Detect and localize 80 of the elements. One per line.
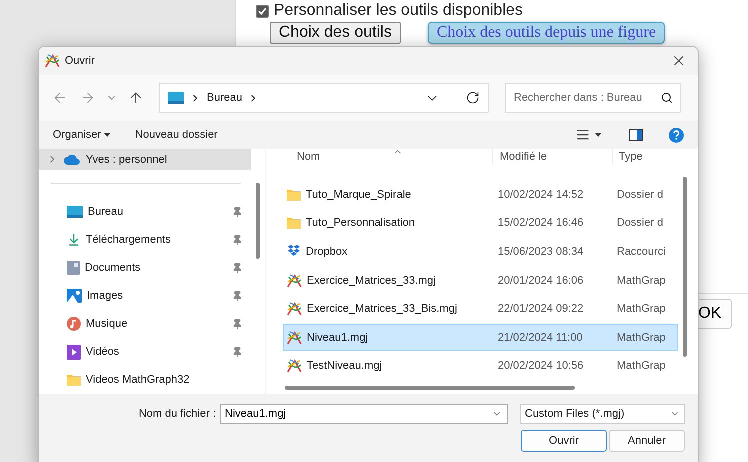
open-button[interactable]: Ouvrir	[521, 430, 607, 452]
option-label: Personnaliser les outils disponibles	[274, 2, 524, 20]
file-name: Exercice_Matrices_33.mgj	[307, 274, 436, 287]
mathgraph-icon	[287, 302, 302, 316]
search-icon	[661, 92, 673, 104]
file-type: MathGrap	[617, 332, 666, 344]
file-name: Dropbox	[306, 246, 348, 258]
caret-icon	[104, 133, 112, 137]
refresh-icon[interactable]	[466, 91, 480, 105]
file-type: Raccourci	[617, 246, 666, 258]
file-name: Tuto_Personnalisation	[306, 217, 416, 230]
mathgraph-icon	[287, 274, 302, 288]
file-row[interactable]: Tuto_Marque_Spirale 10/02/2024 14:52 Dossier d	[283, 181, 678, 208]
location-icon	[168, 92, 184, 104]
arrow-up-icon	[128, 90, 144, 106]
new-folder-button[interactable]: Nouveau dossier	[135, 129, 218, 141]
file-row[interactable]: Dropbox 15/06/2023 08:34 Raccourci	[283, 238, 678, 266]
checkbox[interactable]	[256, 4, 269, 18]
file-type: MathGrap	[617, 274, 666, 287]
search-field[interactable]: Rechercher dans : Bureau	[505, 83, 681, 113]
dropbox-icon	[287, 245, 301, 258]
folder-icon	[67, 374, 81, 386]
pane-icon	[629, 129, 643, 141]
file-type-select[interactable]: Custom Files (*.mgj)	[520, 404, 685, 424]
download-icon	[67, 233, 81, 247]
modified-date: 10/02/2024 14:52	[498, 188, 584, 201]
caret-icon	[595, 133, 602, 137]
modified-date: 21/02/2024 11:00	[498, 332, 583, 344]
mathgraph-icon	[287, 359, 302, 374]
sidebar-item[interactable]: Bureau	[39, 198, 251, 226]
column-header[interactable]: Nom	[283, 149, 493, 166]
file-type: MathGrap	[617, 303, 666, 316]
image-icon	[67, 289, 82, 303]
arrow-right-icon	[80, 90, 96, 106]
tools-button[interactable]: Choix des outils	[270, 22, 401, 44]
file-name: TestNiveau.mgj	[307, 360, 382, 372]
sidebar-item[interactable]: Vidéos	[39, 338, 251, 366]
cancel-button[interactable]: Annuler	[609, 430, 685, 452]
list-icon	[576, 128, 590, 142]
file-name: Exercice_Matrices_33_Bis.mgj	[307, 303, 458, 316]
organize-menu[interactable]: Organiser	[53, 129, 112, 141]
sidebar-item[interactable]: Images	[39, 282, 251, 310]
column-header[interactable]: Type	[613, 149, 678, 166]
help-icon	[668, 128, 684, 142]
video-icon	[67, 344, 81, 360]
sidebar-item[interactable]: Videos MathGraph32	[39, 366, 251, 394]
file-row[interactable]: Exercice_Matrices_33_Bis.mgj 22/01/2024 09:22 MathGrap	[283, 296, 678, 323]
folder-icon	[287, 188, 301, 201]
file-type: Dossier d	[617, 188, 664, 201]
sidebar-item[interactable]: Yves : personnel	[39, 149, 251, 170]
sidebar-item[interactable]: Téléchargements	[39, 226, 251, 254]
figure-tools-button[interactable]: Choix des outils depuis une figure	[428, 22, 666, 44]
address-bar[interactable]: Bureau	[159, 83, 489, 113]
sidebar-item[interactable]: Documents	[39, 254, 251, 282]
window-title: Ouvrir	[65, 55, 96, 67]
file-row[interactable]: Niveau1.mgj 21/02/2024 11:00 MathGrap	[283, 324, 678, 352]
breadcrumb[interactable]: Bureau	[207, 92, 242, 104]
modified-date: 22/01/2024 09:22	[498, 303, 584, 316]
music-icon	[67, 317, 81, 331]
modified-date: 20/02/2024 10:56	[498, 360, 584, 372]
file-row[interactable]: Tuto_Personnalisation 15/02/2024 16:46 Dossier d	[283, 210, 678, 237]
filename-field[interactable]: Niveau1.mgj	[220, 404, 508, 424]
file-name: Tuto_Marque_Spirale	[306, 188, 412, 201]
sidebar-item[interactable]: Musique	[39, 310, 251, 338]
file-row[interactable]: Exercice_Matrices_33.mgj 20/01/2024 16:06 MathGrap	[283, 267, 678, 294]
modified-date: 20/01/2024 16:06	[498, 274, 584, 287]
file-row[interactable]: TestNiveau.mgj 20/02/2024 10:56 MathGrap	[283, 352, 678, 380]
file-type: MathGrap	[617, 360, 666, 372]
mathgraph-icon	[287, 330, 302, 345]
file-name: Niveau1.mgj	[307, 332, 368, 344]
folder-icon	[287, 217, 301, 230]
cloud-icon	[64, 154, 80, 165]
document-icon	[67, 261, 80, 275]
modified-date: 15/06/2023 08:34	[498, 246, 584, 258]
filename-label: Nom du fichier :	[138, 408, 216, 420]
file-type: Dossier d	[617, 217, 664, 230]
column-header[interactable]: Modifié le	[493, 149, 613, 166]
modified-date: 15/02/2024 16:46	[498, 217, 584, 230]
desktop-icon	[67, 206, 83, 218]
app-icon	[45, 54, 60, 68]
